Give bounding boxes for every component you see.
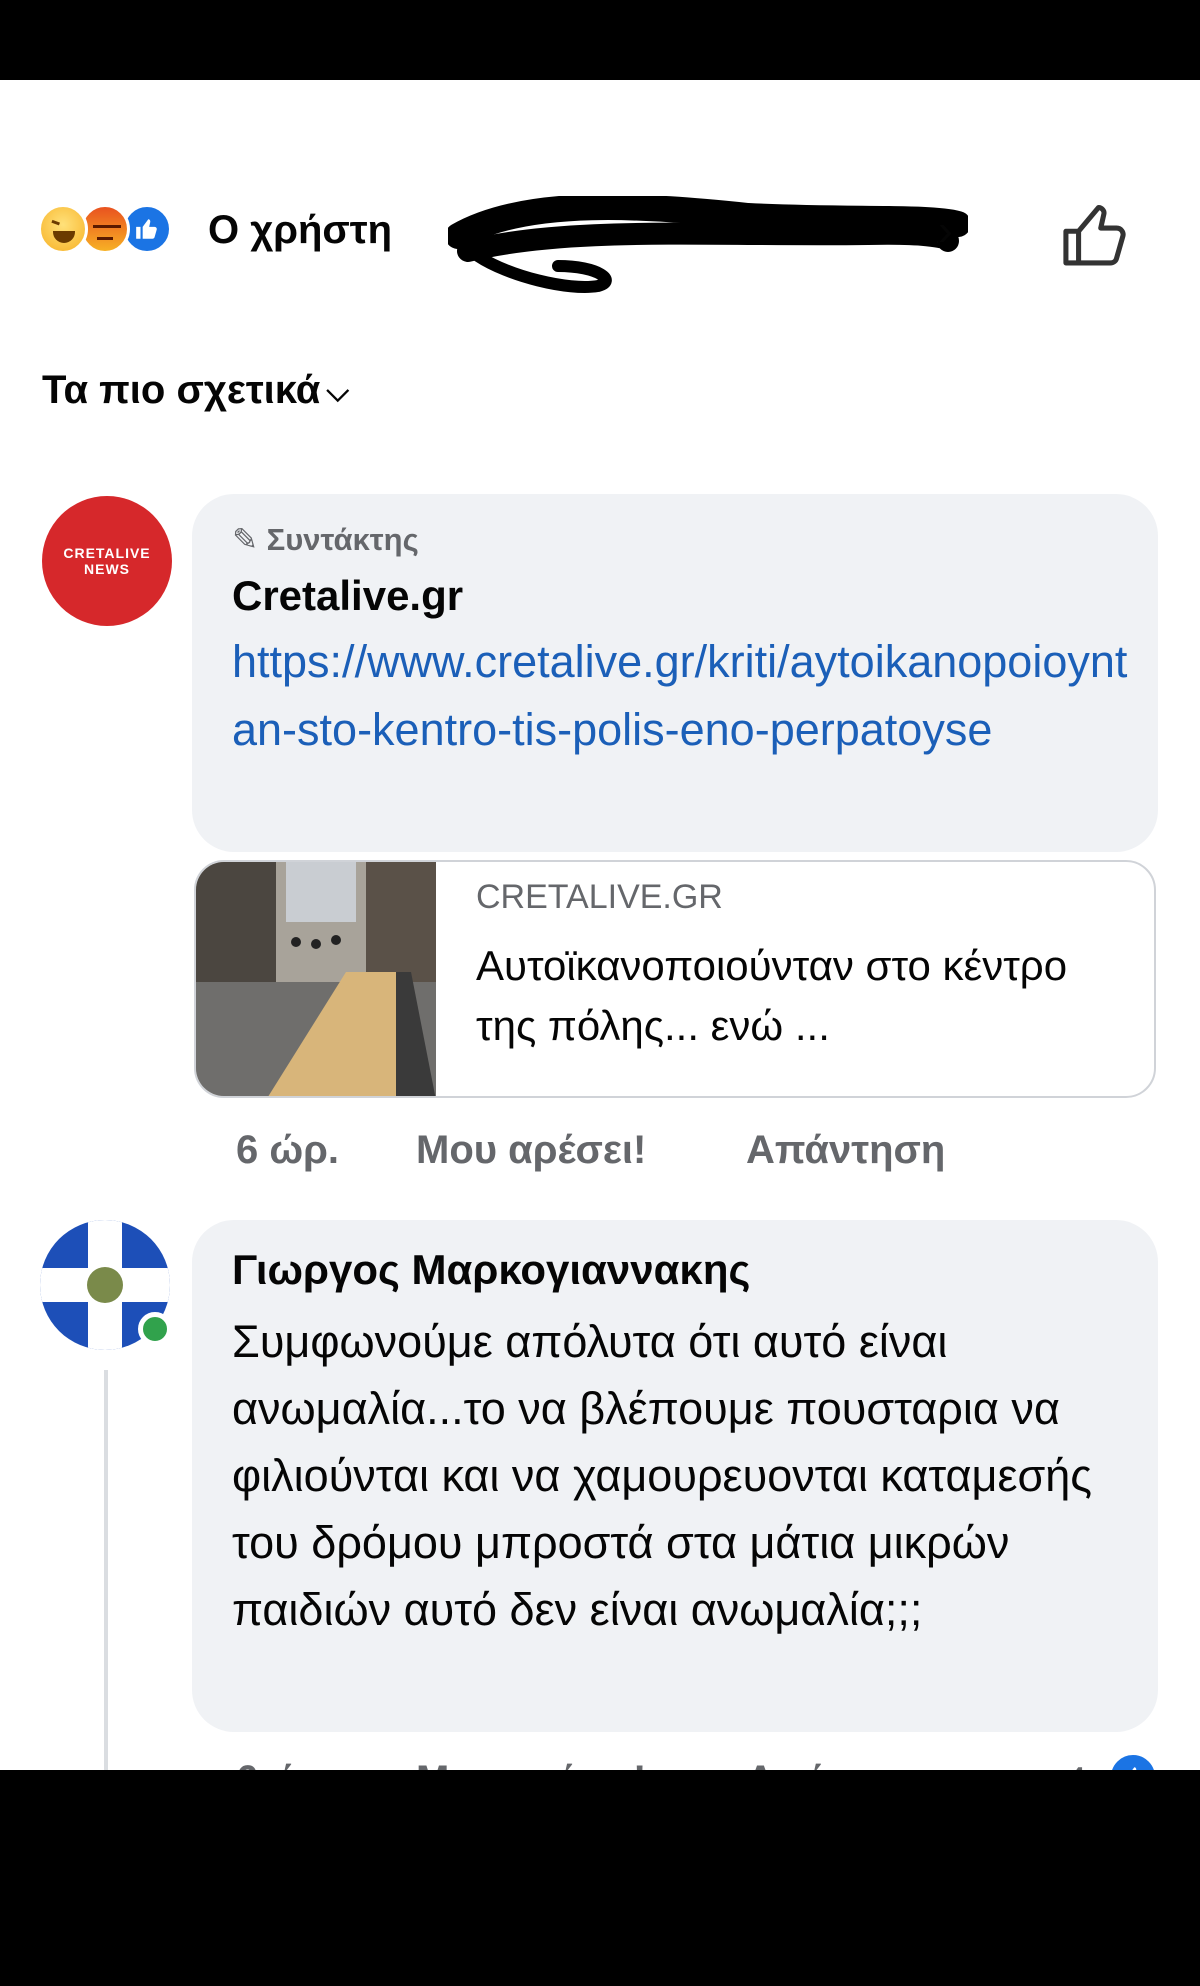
- comment-time: 6 ώρ.: [236, 1758, 339, 1770]
- sort-dropdown[interactable]: Τα πιο σχετικά ⌵: [42, 368, 349, 413]
- like-outline-icon[interactable]: [1058, 198, 1134, 274]
- reactors-name: Ο χρήστη: [208, 208, 393, 252]
- chevron-down-icon: ⌵: [326, 375, 350, 409]
- comment-bubble: Γιωργος Μαρκογιαννακης Συμφωνούμε απόλυτ…: [192, 1220, 1158, 1732]
- comment-link[interactable]: https://www.cretalive.gr/kriti/aytoikano…: [232, 628, 1132, 764]
- editor-badge-label: Συντάκτης: [266, 522, 419, 557]
- sort-label: Τα πιο σχετικά: [42, 368, 321, 412]
- comment-bubble: ✎ Συντάκτης Cretalive.gr https://www.cre…: [192, 494, 1158, 852]
- like-button[interactable]: Μου αρέσει!: [416, 1128, 646, 1173]
- reply-button[interactable]: Απάντηση: [746, 1758, 945, 1770]
- online-status-indicator: [138, 1312, 172, 1346]
- preview-domain: CRETALIVE.GR: [476, 878, 723, 916]
- comment-actions: 6 ώρ. Μου αρέσει! Απάντηση: [236, 1128, 1036, 1178]
- editor-badge: ✎ Συντάκτης: [232, 522, 419, 558]
- comment-author[interactable]: Cretalive.gr: [232, 572, 463, 620]
- comments-screen: Ο χρήστη... › Τα πιο σχετικά ⌵ CRETALIVE …: [0, 80, 1200, 1770]
- thread-line: [104, 1370, 108, 1770]
- comment-author[interactable]: Γιωργος Μαρκογιαννακης: [232, 1246, 750, 1294]
- link-preview-card[interactable]: CRETALIVE.GR Αυτοϊκανοποιούνταν στο κέντ…: [194, 860, 1156, 1098]
- avatar-brand-line1: CRETALIVE: [63, 545, 151, 561]
- avatar-brand-line2: NEWS: [84, 561, 130, 577]
- like-button[interactable]: Μου αρέσει!: [416, 1758, 646, 1770]
- comment-time: 6 ώρ.: [236, 1128, 340, 1172]
- reactions-summary[interactable]: Ο χρήστη... ›: [38, 196, 1168, 293]
- chevron-right-icon[interactable]: ›: [938, 206, 953, 256]
- pencil-icon: ✎: [232, 522, 258, 557]
- like-count[interactable]: 4: [1064, 1758, 1087, 1770]
- preview-title: Αυτοϊκανοποιούνταν στο κέντρο της πόλης.…: [476, 942, 1068, 1049]
- preview-thumbnail: [196, 862, 436, 1096]
- comment-actions: 6 ώρ. Μου αρέσει! Απάντηση: [236, 1758, 1036, 1770]
- like-icon: [1108, 1752, 1158, 1770]
- reply-button[interactable]: Απάντηση: [746, 1128, 945, 1173]
- comment-text: Συμφωνούμε απόλυτα ότι αυτό είναι ανωμαλ…: [232, 1316, 1092, 1635]
- haha-icon: [38, 204, 88, 254]
- avatar[interactable]: CRETALIVE NEWS: [42, 496, 172, 626]
- redaction-scribble: [448, 196, 968, 293]
